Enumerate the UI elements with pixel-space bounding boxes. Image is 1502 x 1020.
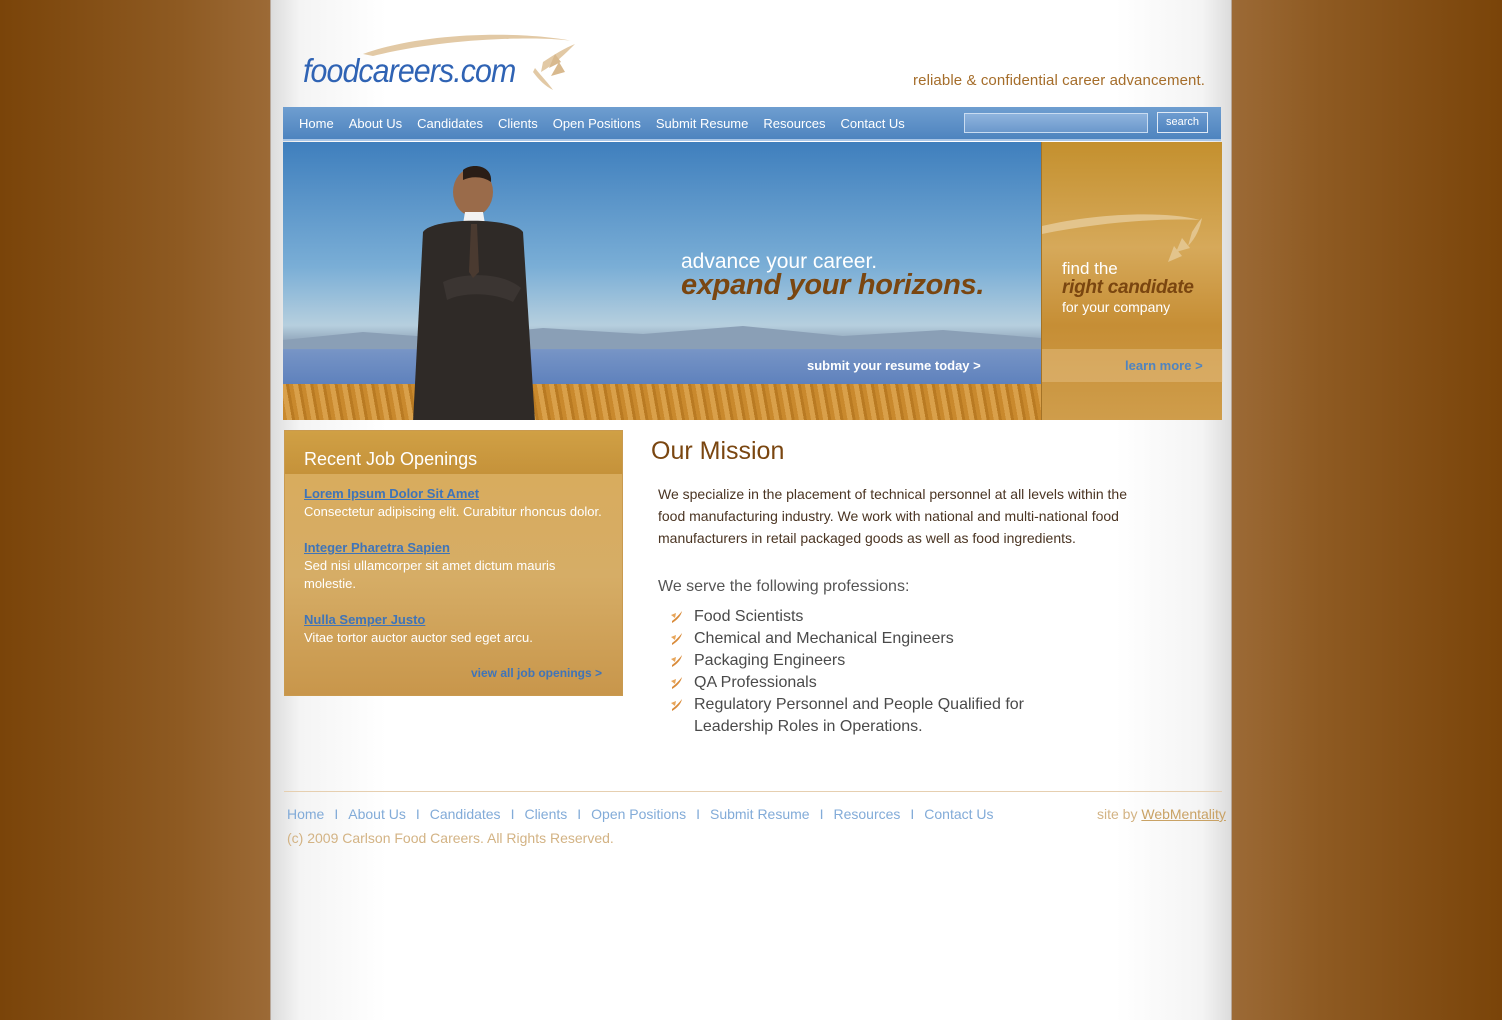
- wheat-field-image: [283, 384, 1041, 420]
- copyright: (c) 2009 Carlson Food Careers. All Right…: [287, 830, 614, 846]
- page-container: foodcareers.com reliable & confidential …: [270, 0, 1232, 1020]
- wheat-bullet-icon: [671, 611, 682, 623]
- profession-label: Packaging Engineers: [694, 652, 846, 669]
- jobs-title: Recent Job Openings: [304, 449, 478, 469]
- footer-separator: I: [510, 806, 515, 822]
- mission-title: Our Mission: [651, 437, 785, 465]
- list-item: Chemical and Mechanical Engineers: [669, 628, 1049, 650]
- job-title-link[interactable]: Integer Pharetra Sapien: [304, 540, 609, 555]
- nav-home[interactable]: Home: [299, 116, 334, 131]
- job-item: Lorem Ipsum Dolor Sit Amet Consectetur a…: [304, 486, 609, 521]
- site-logo[interactable]: foodcareers.com: [303, 32, 583, 94]
- mission-text: We specialize in the placement of techni…: [658, 486, 1127, 546]
- footer-separator: I: [696, 806, 700, 822]
- job-title-link[interactable]: Nulla Semper Justo: [304, 612, 609, 627]
- footer-nav-about-us[interactable]: About Us: [348, 806, 406, 822]
- site-credit: site by WebMentality: [1097, 806, 1226, 822]
- promo-line-3: for your company: [1062, 299, 1171, 315]
- nav-submit-resume[interactable]: Submit Resume: [656, 116, 748, 131]
- footer-nav-submit-resume[interactable]: Submit Resume: [710, 806, 810, 822]
- footer-nav-home[interactable]: Home: [287, 806, 324, 822]
- wheat-bullet-icon: [671, 633, 682, 645]
- list-item: QA Professionals: [669, 672, 1049, 694]
- search-button[interactable]: search: [1157, 112, 1208, 133]
- list-item: Regulatory Personnel and People Qualifie…: [669, 694, 1049, 738]
- nav-clients[interactable]: Clients: [498, 116, 538, 131]
- footer-divider: [284, 791, 1222, 792]
- footer-separator: I: [334, 806, 339, 822]
- learn-more-link[interactable]: learn more >: [1125, 358, 1203, 373]
- footer-separator: I: [819, 806, 824, 822]
- footer-separator: I: [415, 806, 420, 822]
- candidate-promo: find the right candidate for your compan…: [1041, 142, 1223, 420]
- logo-text: foodcareers.com: [303, 52, 516, 89]
- hero-subheadline: expand your horizons.: [681, 269, 985, 301]
- footer-nav-resources[interactable]: Resources: [833, 806, 900, 822]
- jobs-header: Recent Job Openings: [285, 431, 622, 474]
- wheat-bullet-icon: [671, 699, 682, 711]
- footer-separator: I: [910, 806, 915, 822]
- nav-open-positions[interactable]: Open Positions: [553, 116, 641, 131]
- businessman-image: [413, 166, 535, 420]
- footer-nav-contact-us[interactable]: Contact Us: [924, 806, 993, 822]
- tagline: reliable & confidential career advanceme…: [913, 72, 1205, 89]
- view-all-jobs-link[interactable]: view all job openings >: [471, 666, 602, 680]
- wheat-bullet-icon: [671, 677, 682, 689]
- promo-line-2: right candidate: [1062, 277, 1194, 298]
- wheat-bullet-icon: [671, 655, 682, 667]
- nav-contact-us[interactable]: Contact Us: [841, 116, 905, 131]
- search-input[interactable]: [964, 113, 1148, 133]
- footer-nav-clients[interactable]: Clients: [524, 806, 567, 822]
- webmentality-link[interactable]: WebMentality: [1141, 806, 1226, 822]
- footer-nav-candidates[interactable]: Candidates: [430, 806, 501, 822]
- profession-label: Chemical and Mechanical Engineers: [694, 630, 954, 647]
- main-nav: Home About Us Candidates Clients Open Po…: [283, 107, 1221, 141]
- footer-nav-open-positions[interactable]: Open Positions: [591, 806, 686, 822]
- profession-label: QA Professionals: [694, 674, 817, 691]
- footer-nav: Home I About Us I Candidates I Clients I…: [287, 806, 994, 822]
- credit-prefix: site by: [1097, 806, 1138, 822]
- nav-candidates[interactable]: Candidates: [417, 116, 483, 131]
- promo-line-1: find the: [1062, 259, 1118, 278]
- job-description: Consectetur adipiscing elit. Curabitur r…: [304, 504, 602, 519]
- professions-list: Food Scientists Chemical and Mechanical …: [669, 606, 1049, 738]
- hero-banner: advance your career. expand your horizon…: [283, 142, 1041, 420]
- job-description: Sed nisi ullamcorper sit amet dictum mau…: [304, 558, 556, 591]
- job-item: Integer Pharetra Sapien Sed nisi ullamco…: [304, 540, 609, 593]
- list-item: Packaging Engineers: [669, 650, 1049, 672]
- profession-label: Food Scientists: [694, 608, 804, 625]
- job-description: Vitae tortor auctor auctor sed eget arcu…: [304, 630, 533, 645]
- nav-about-us[interactable]: About Us: [349, 116, 402, 131]
- footer-separator: I: [577, 806, 582, 822]
- mountains-image: [283, 326, 1041, 350]
- profession-label: Regulatory Personnel and People Qualifie…: [694, 696, 1024, 735]
- recent-jobs-panel: Recent Job Openings Lorem Ipsum Dolor Si…: [284, 430, 623, 696]
- list-item: Food Scientists: [669, 606, 1049, 628]
- nav-resources[interactable]: Resources: [763, 116, 825, 131]
- job-item: Nulla Semper Justo Vitae tortor auctor a…: [304, 612, 609, 647]
- submit-resume-link[interactable]: submit your resume today >: [807, 358, 981, 373]
- professions-intro: We serve the following professions:: [658, 578, 910, 595]
- job-title-link[interactable]: Lorem Ipsum Dolor Sit Amet: [304, 486, 609, 501]
